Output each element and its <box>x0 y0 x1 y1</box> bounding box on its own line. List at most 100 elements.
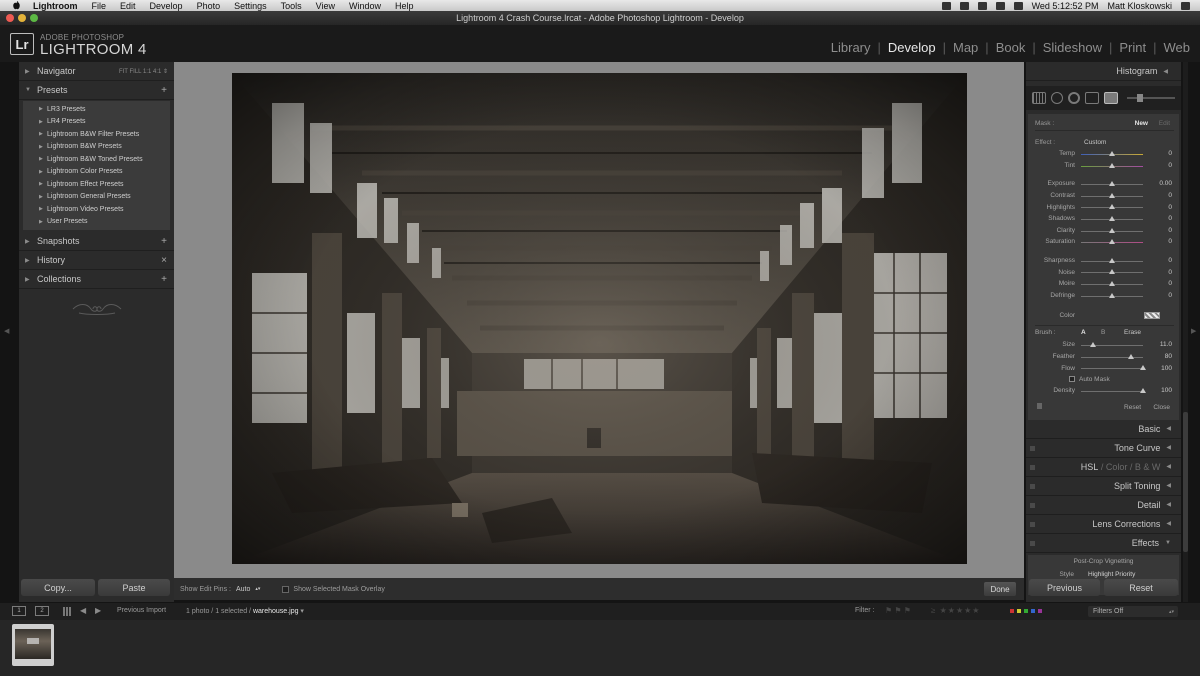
menubar-clock[interactable]: Wed 5:12:52 PM <box>1032 1 1099 11</box>
menubar-user[interactable]: Matt Kloskowski <box>1107 1 1172 11</box>
vignette-style-select[interactable]: Highlight Priority <box>1088 571 1135 578</box>
snapshots-header[interactable]: ▶ Snapshots + <box>19 232 174 251</box>
slider-track[interactable] <box>1081 162 1143 168</box>
slider-value[interactable]: 0 <box>1168 292 1172 299</box>
slider-knob[interactable] <box>1140 387 1146 393</box>
preset-folder[interactable]: ▶ Lightroom B&W Filter Presets <box>23 128 170 141</box>
copy-settings-button[interactable]: Copy... <box>21 579 95 596</box>
yellow-label-icon[interactable] <box>1017 609 1021 613</box>
red-label-icon[interactable] <box>1010 609 1014 613</box>
module-web[interactable]: Web <box>1162 40 1193 55</box>
crop-overlay-icon[interactable] <box>1032 92 1046 104</box>
preset-folder[interactable]: ▶ Lightroom Color Presets <box>23 166 170 179</box>
battery-icon[interactable] <box>1013 1 1023 10</box>
slider-knob[interactable] <box>1140 365 1146 371</box>
slider-knob[interactable] <box>1109 215 1115 221</box>
spot-removal-icon[interactable] <box>1051 92 1063 104</box>
slider-track[interactable] <box>1081 387 1146 393</box>
slider-track[interactable] <box>1081 239 1143 245</box>
slider-knob[interactable] <box>1109 292 1115 298</box>
module-library[interactable]: Library <box>829 40 873 55</box>
preset-folder[interactable]: ▶ LR3 Presets <box>23 103 170 116</box>
hsl-section-header[interactable]: HSL / Color / B & W ◀ <box>1026 458 1181 477</box>
collections-header[interactable]: ▶ Collections + <box>19 270 174 289</box>
effects-section-header[interactable]: Effects ▼ <box>1026 534 1181 553</box>
slider-knob[interactable] <box>1109 227 1115 233</box>
menu-edit[interactable]: Edit <box>120 1 136 11</box>
slider-track[interactable] <box>1081 257 1143 263</box>
add-preset-icon[interactable]: + <box>161 85 167 96</box>
graduated-filter-icon[interactable] <box>1085 92 1099 104</box>
hsl-tab[interactable]: HSL <box>1081 462 1099 472</box>
slider-track[interactable] <box>1081 353 1143 359</box>
brush-erase-tab[interactable]: Erase <box>1124 329 1141 336</box>
basic-section-header[interactable]: Basic ◀ <box>1026 420 1181 439</box>
menu-settings[interactable]: Settings <box>234 1 267 11</box>
slider-track[interactable] <box>1081 215 1143 221</box>
slider-knob[interactable] <box>1109 192 1115 198</box>
slider-value[interactable]: 0 <box>1168 162 1172 169</box>
filmstrip-source[interactable]: Previous Import <box>117 607 166 614</box>
slider-value[interactable]: 0.00 <box>1159 180 1172 187</box>
menu-app[interactable]: Lightroom <box>33 1 78 11</box>
slider-knob[interactable] <box>1127 353 1134 359</box>
filmstrip-thumbnail[interactable] <box>12 624 54 666</box>
module-slideshow[interactable]: Slideshow <box>1041 40 1104 55</box>
done-button[interactable]: Done <box>984 582 1016 596</box>
star-filters-icon[interactable]: ≥ ★★★★★ <box>931 606 980 615</box>
slider-knob[interactable] <box>1090 342 1097 348</box>
lens-corrections-section-header[interactable]: Lens Corrections ◀ <box>1026 515 1181 534</box>
module-develop[interactable]: Develop <box>886 40 938 55</box>
slider-value[interactable]: 0 <box>1168 269 1172 276</box>
mask-overlay-checkbox[interactable] <box>282 585 290 593</box>
menu-help[interactable]: Help <box>395 1 414 11</box>
slider-track[interactable] <box>1081 151 1143 156</box>
mask-edit-button[interactable]: Edit <box>1159 120 1170 127</box>
preset-folder[interactable]: ▶ LR4 Presets <box>23 116 170 129</box>
panel-switch-icon[interactable] <box>1030 502 1035 508</box>
menu-photo[interactable]: Photo <box>197 1 221 11</box>
color-label-filters[interactable] <box>1010 609 1042 613</box>
menu-file[interactable]: File <box>92 1 107 11</box>
scrollbar-thumb[interactable] <box>1183 412 1188 552</box>
slider-value[interactable]: 0 <box>1168 204 1172 211</box>
forward-arrow-icon[interactable]: ▶ <box>95 606 101 615</box>
slider-knob[interactable] <box>1109 204 1115 210</box>
minimize-window-button[interactable] <box>18 14 26 22</box>
preset-folder[interactable]: ▶ Lightroom B&W Toned Presets <box>23 153 170 166</box>
color-tab[interactable]: Color <box>1106 462 1128 472</box>
slider-track[interactable] <box>1081 192 1143 198</box>
show-edit-pins-select[interactable]: Auto <box>236 586 250 593</box>
panel-switch-icon[interactable] <box>1030 521 1035 527</box>
navigator-zoom-options[interactable]: FIT FILL 1:1 4:1 ⇕ <box>119 68 168 75</box>
effect-select[interactable]: Custom <box>1084 139 1106 146</box>
zoom-window-button[interactable] <box>30 14 38 22</box>
history-header[interactable]: ▶ History × <box>19 251 174 270</box>
slider-value[interactable]: 0 <box>1168 227 1172 234</box>
collapse-left-panel-icon[interactable]: ◀ <box>4 327 9 335</box>
previous-button[interactable]: Previous <box>1029 579 1100 596</box>
blue-label-icon[interactable] <box>1031 609 1035 613</box>
module-map[interactable]: Map <box>951 40 980 55</box>
purple-label-icon[interactable] <box>1038 609 1042 613</box>
back-arrow-icon[interactable]: ◀ <box>80 606 86 615</box>
slider-value[interactable]: 0 <box>1168 238 1172 245</box>
brush-b-tab[interactable]: B <box>1101 329 1105 336</box>
slider-value[interactable]: 0 <box>1168 215 1172 222</box>
flag-filters-icon[interactable]: ⚑ ⚑ ⚑ <box>885 606 911 615</box>
panel-switch-icon[interactable] <box>1030 483 1035 489</box>
slider-track[interactable] <box>1081 181 1143 187</box>
photo-warehouse[interactable] <box>232 73 967 564</box>
menu-view[interactable]: View <box>316 1 335 11</box>
reset-button[interactable]: Reset <box>1104 579 1178 596</box>
preset-folder[interactable]: ▶ Lightroom General Presets <box>23 191 170 204</box>
preset-folder[interactable]: ▶ Lightroom Video Presets <box>23 203 170 216</box>
photo-canvas[interactable] <box>174 62 1024 578</box>
slider-value[interactable]: 100 <box>1161 365 1172 372</box>
slider-value[interactable]: 0 <box>1168 150 1172 157</box>
clear-history-icon[interactable]: × <box>161 255 167 266</box>
add-snapshot-icon[interactable]: + <box>161 236 167 247</box>
slider-knob[interactable] <box>1109 257 1115 263</box>
module-book[interactable]: Book <box>994 40 1028 55</box>
brush-reset-button[interactable]: Reset <box>1124 404 1141 411</box>
